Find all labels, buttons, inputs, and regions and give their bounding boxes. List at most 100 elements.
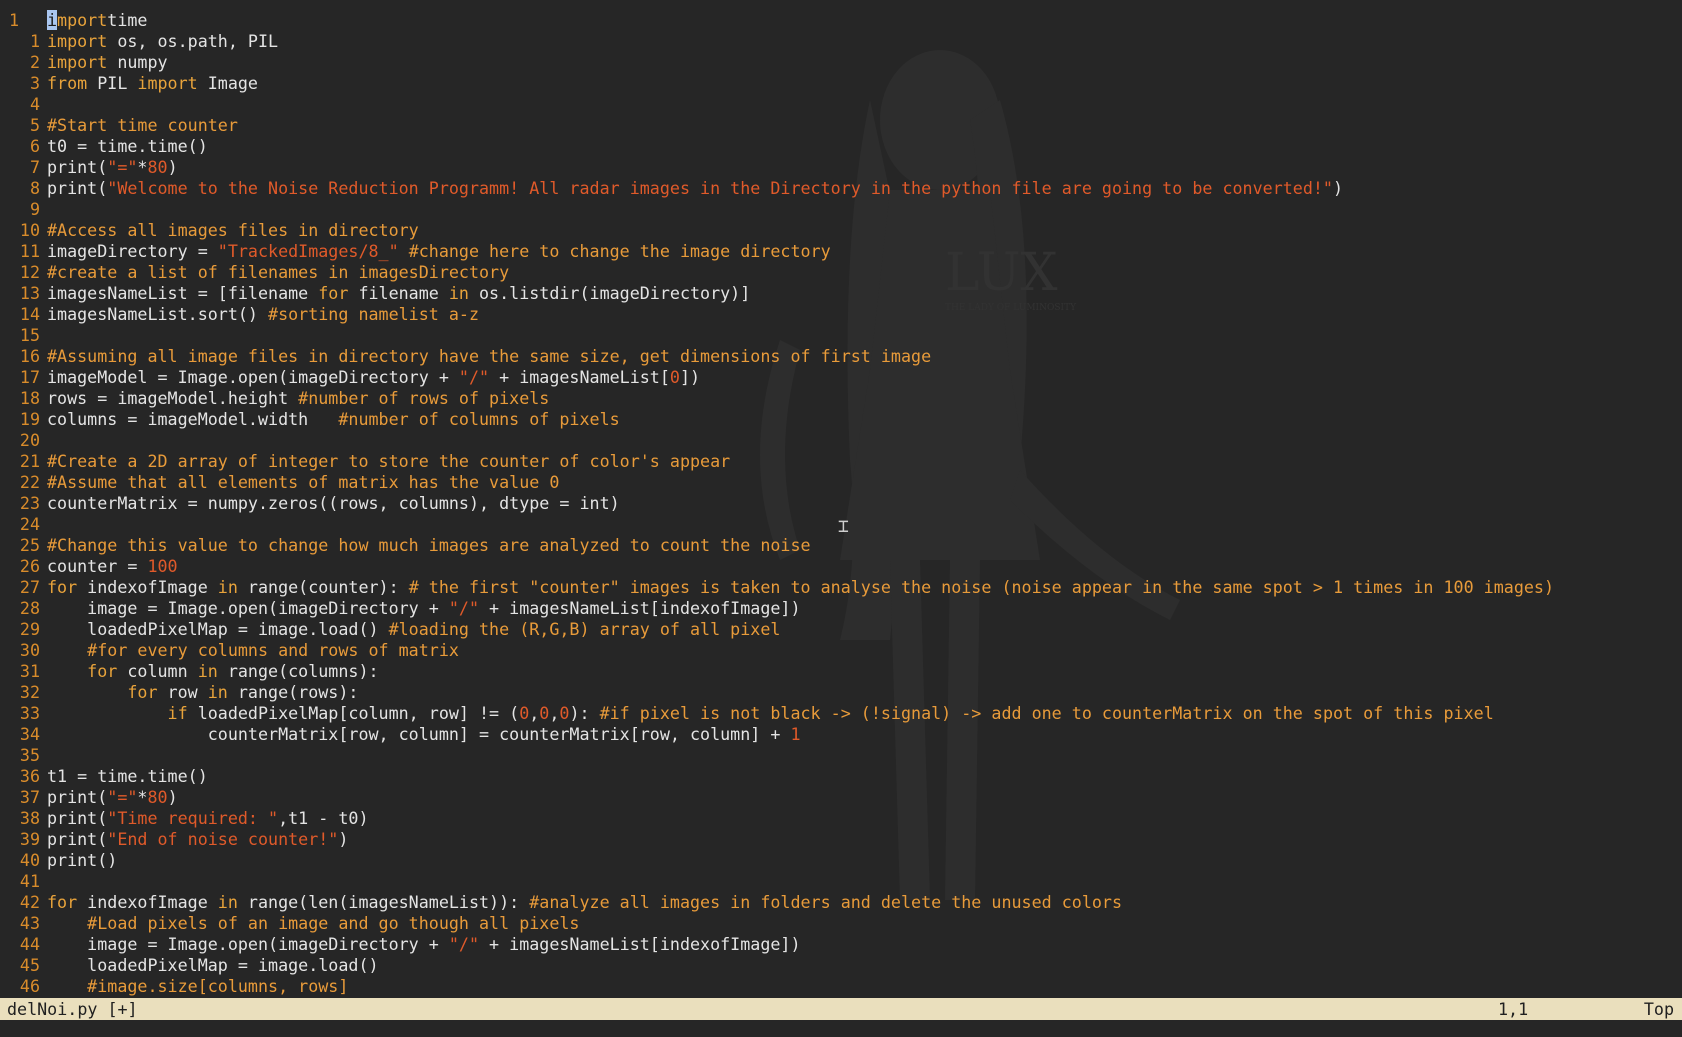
- code-token: ]): [679, 367, 701, 387]
- code-token: #change here to change the image directo…: [408, 241, 831, 261]
- code-token: #Access all images files in directory: [47, 220, 419, 240]
- code-line[interactable]: 39 print("End of noise counter!"): [0, 829, 1682, 850]
- code-token: for: [47, 661, 118, 681]
- code-editor[interactable]: 1 importtime 1 import os, os.path, PIL 2 impo…: [0, 10, 1682, 998]
- code-token: ): [167, 157, 178, 177]
- line-number: 35: [19, 745, 40, 765]
- line-number: 27: [19, 577, 40, 597]
- code-line[interactable]: 29 loadedPixelMap = image.load() #loadin…: [0, 619, 1682, 640]
- code-line[interactable]: 46 #image.size[columns, rows]: [0, 976, 1682, 997]
- code-line[interactable]: 17 imageModel = Image.open(imageDirectory…: [0, 367, 1682, 388]
- code-token: # the first "counter" images is taken to…: [408, 577, 1555, 597]
- code-line[interactable]: 38 print("Time required: ",t1 - t0): [0, 808, 1682, 829]
- code-token: "Time required: ": [107, 808, 279, 828]
- code-token: "Welcome to the Noise Reduction Programm…: [107, 178, 1333, 198]
- code-line[interactable]: 30 #for every columns and rows of matrix: [0, 640, 1682, 661]
- code-token: counterMatrix = numpy.zeros((rows, colum…: [47, 493, 620, 513]
- code-token: loadedPixelMap = image.load(): [47, 955, 379, 975]
- code-text: imagesNameList.sort() #sorting namelist …: [47, 304, 479, 324]
- code-line[interactable]: 33 if loadedPixelMap[column, row] != (0,…: [0, 703, 1682, 724]
- code-token: #if pixel is not black -> (!signal) -> a…: [599, 703, 1494, 723]
- code-line[interactable]: 1 importtime: [0, 10, 1682, 31]
- code-text: counter = 100: [47, 556, 178, 576]
- code-token: range(rows):: [227, 682, 359, 702]
- code-token: indexofImage: [77, 892, 218, 912]
- code-token: if: [47, 703, 188, 723]
- line-number: 40: [19, 850, 40, 870]
- code-line[interactable]: 22 #Assume that all elements of matrix ha…: [0, 472, 1682, 493]
- code-line[interactable]: 37 print("="*80): [0, 787, 1682, 808]
- code-line[interactable]: 13 imagesNameList = [filename for filenam…: [0, 283, 1682, 304]
- code-text: rows = imageModel.height #number of rows…: [47, 388, 549, 408]
- code-line[interactable]: 36 t1 = time.time(): [0, 766, 1682, 787]
- code-text: t0 = time.time(): [47, 136, 208, 156]
- code-line[interactable]: 32 for row in range(rows):: [0, 682, 1682, 703]
- code-line[interactable]: 42 for indexofImage in range(len(imagesNa…: [0, 892, 1682, 913]
- code-line[interactable]: 1 import os, os.path, PIL: [0, 31, 1682, 52]
- code-token: + imagesNameList[indexofImage]): [479, 934, 801, 954]
- code-token: print(): [47, 850, 118, 870]
- code-line[interactable]: 40 print(): [0, 850, 1682, 871]
- code-line[interactable]: 7 print("="*80): [0, 157, 1682, 178]
- line-number: 9: [29, 199, 40, 219]
- line-number: 7: [29, 157, 40, 177]
- code-text: counterMatrix[row, column] = counterMatr…: [47, 724, 801, 744]
- code-token: ,: [549, 703, 560, 723]
- line-number: 3: [29, 73, 40, 93]
- code-token: in: [217, 892, 238, 912]
- code-text: print("="*80): [47, 157, 178, 177]
- code-text: #for every columns and rows of matrix: [47, 640, 459, 660]
- code-line[interactable]: 11 imageDirectory = "TrackedImages/8_" #c…: [0, 241, 1682, 262]
- code-line[interactable]: 45 loadedPixelMap = image.load(): [0, 955, 1682, 976]
- code-line[interactable]: 44 image = Image.open(imageDirectory + "…: [0, 934, 1682, 955]
- code-line[interactable]: 10 #Access all images files in directory: [0, 220, 1682, 241]
- code-line[interactable]: 20: [0, 430, 1682, 451]
- code-line[interactable]: 15: [0, 325, 1682, 346]
- code-line[interactable]: 28 image = Image.open(imageDirectory + "…: [0, 598, 1682, 619]
- code-token: #loading the (R,G,B) array of all pixel: [388, 619, 781, 639]
- code-token: print(: [47, 178, 108, 198]
- code-token: ):: [569, 703, 600, 723]
- code-token: rows = imageModel.height: [47, 388, 299, 408]
- code-line[interactable]: 34 counterMatrix[row, column] = counterM…: [0, 724, 1682, 745]
- code-token: counterMatrix[row, column] = counterMatr…: [47, 724, 791, 744]
- code-token: columns = imageModel.width: [47, 409, 339, 429]
- code-line[interactable]: 9: [0, 199, 1682, 220]
- code-line[interactable]: 43 #Load pixels of an image and go thoug…: [0, 913, 1682, 934]
- code-token: #Assuming all image files in directory h…: [47, 346, 932, 366]
- code-line[interactable]: 41: [0, 871, 1682, 892]
- code-text: for row in range(rows):: [47, 682, 358, 702]
- code-line[interactable]: 23 counterMatrix = numpy.zeros((rows, col…: [0, 493, 1682, 514]
- code-line[interactable]: 8 print("Welcome to the Noise Reduction P…: [0, 178, 1682, 199]
- line-number: 46: [19, 976, 40, 996]
- code-line[interactable]: 35: [0, 745, 1682, 766]
- code-text: imageDirectory = "TrackedImages/8_" #cha…: [47, 241, 831, 261]
- line-number: 43: [19, 913, 40, 933]
- code-text: from PIL import Image: [47, 73, 258, 93]
- code-line[interactable]: 19 columns = imageModel.width #number of …: [0, 409, 1682, 430]
- code-line[interactable]: 27 for indexofImage in range(counter): # …: [0, 577, 1682, 598]
- code-line[interactable]: 2 import numpy: [0, 52, 1682, 73]
- code-line[interactable]: 25 #Change this value to change how much …: [0, 535, 1682, 556]
- code-line[interactable]: 31 for column in range(columns):: [0, 661, 1682, 682]
- line-number: 22: [19, 472, 40, 492]
- code-token: #for every columns and rows of matrix: [47, 640, 459, 660]
- code-line[interactable]: 5 #Start time counter: [0, 115, 1682, 136]
- code-line[interactable]: 3 from PIL import Image: [0, 73, 1682, 94]
- ibeam-cursor-icon: ⌶: [838, 516, 849, 537]
- code-token: indexofImage: [77, 577, 218, 597]
- line-number: 41: [19, 871, 40, 891]
- code-line[interactable]: 4: [0, 94, 1682, 115]
- code-line[interactable]: 6 t0 = time.time(): [0, 136, 1682, 157]
- code-token: counter =: [47, 556, 148, 576]
- code-line[interactable]: 21 #Create a 2D array of integer to store…: [0, 451, 1682, 472]
- code-line[interactable]: 12 #create a list of filenames in imagesD…: [0, 262, 1682, 283]
- code-token: #sorting namelist a-z: [268, 304, 480, 324]
- code-line[interactable]: 26 counter = 100: [0, 556, 1682, 577]
- code-line[interactable]: 14 imagesNameList.sort() #sorting namelis…: [0, 304, 1682, 325]
- code-token: filename: [348, 283, 449, 303]
- code-line[interactable]: 16 #Assuming all image files in directory…: [0, 346, 1682, 367]
- code-token: import: [47, 31, 108, 51]
- line-number: 45: [19, 955, 40, 975]
- code-line[interactable]: 18 rows = imageModel.height #number of ro…: [0, 388, 1682, 409]
